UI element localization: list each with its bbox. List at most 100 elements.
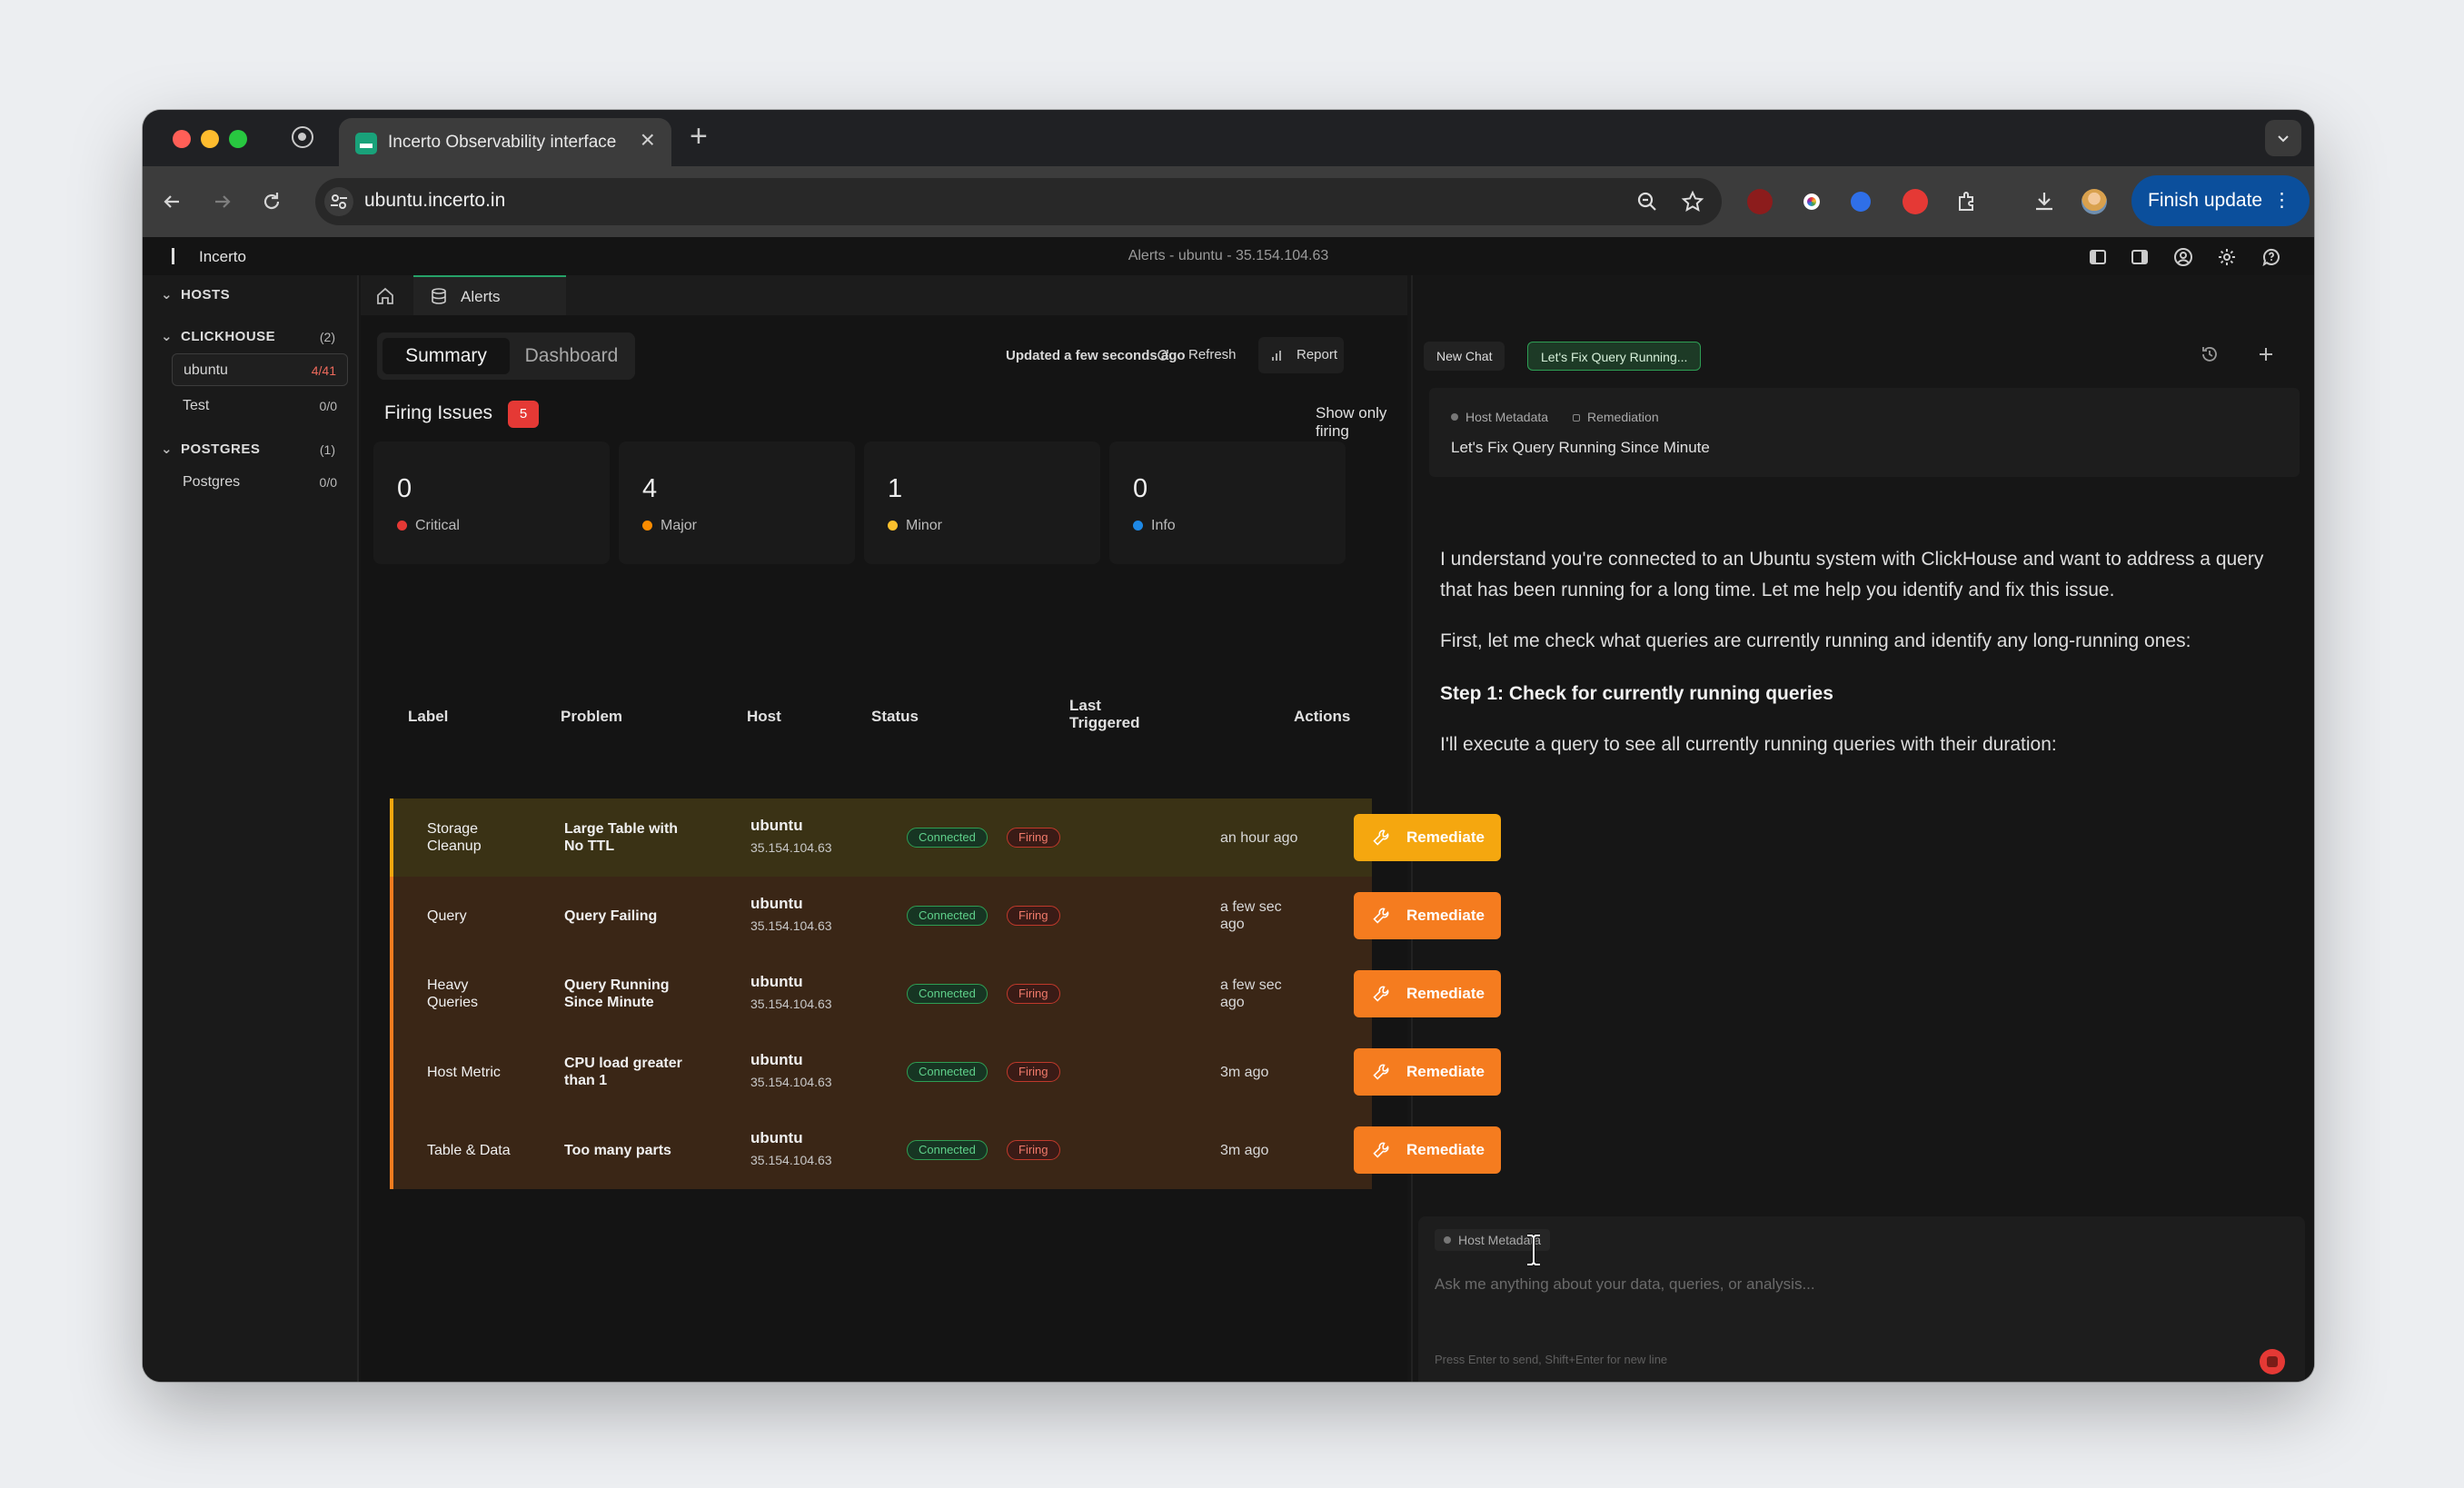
severity-label: Major	[642, 518, 697, 534]
severity-count: 1	[888, 474, 903, 503]
remediate-label: Remediate	[1406, 828, 1485, 846]
sidebar-item-postgres[interactable]: Postgres 0/0	[172, 466, 348, 499]
close-window-button[interactable]	[173, 130, 191, 148]
send-button[interactable]	[2260, 1349, 2285, 1374]
group-postgres[interactable]: ⌄ POSTGRES	[161, 441, 260, 457]
severity-dot-icon	[888, 521, 898, 531]
alert-host: ubuntu	[750, 1129, 803, 1146]
table-row: Host Metric CPU load greater than 1 ubun…	[390, 1033, 1501, 1111]
favicon-icon	[355, 133, 377, 154]
chat-input[interactable]	[1435, 1271, 2071, 1298]
firing-badge: Firing	[1007, 906, 1060, 926]
back-button[interactable]	[155, 185, 188, 218]
zoom-window-button[interactable]	[229, 130, 247, 148]
host-name: ubuntu	[184, 362, 228, 378]
remediate-button[interactable]: Remediate	[1354, 892, 1501, 939]
bookmark-star-icon[interactable]	[1676, 185, 1709, 218]
new-tab-button[interactable]: +	[690, 119, 708, 154]
connected-badge: Connected	[907, 1140, 988, 1160]
url-text: ubuntu.incerto.in	[364, 190, 506, 211]
severity-card-info: 0 Info	[1109, 441, 1346, 564]
alert-label: Storage Cleanup	[427, 821, 482, 854]
tab-close-icon[interactable]: ×	[641, 127, 655, 153]
sidebar-item-test[interactable]: Test 0/0	[172, 390, 348, 422]
active-chat-tab[interactable]: Let's Fix Query Running...	[1527, 342, 1702, 371]
report-button[interactable]: Report	[1258, 337, 1344, 373]
hosts-label: HOSTS	[181, 287, 231, 303]
settings-gear-icon[interactable]	[2216, 246, 2238, 268]
group-clickhouse[interactable]: ⌄ CLICKHOUSE	[161, 328, 275, 344]
wrench-icon	[1373, 986, 1389, 1002]
remediate-label: Remediate	[1406, 907, 1485, 924]
blue-extension-icon[interactable]	[1851, 192, 1871, 212]
history-icon[interactable]	[2196, 341, 2223, 368]
severity-card-critical: 0 Critical	[373, 441, 610, 564]
refresh-button[interactable]: Refresh	[1145, 337, 1245, 373]
browser-window: Incerto Observability interface × + ubun…	[143, 110, 2314, 1382]
severity-count: 0	[397, 474, 412, 503]
record-icon[interactable]	[292, 126, 313, 148]
firing-badge: Firing	[1007, 828, 1060, 848]
remediate-button[interactable]: Remediate	[1354, 1048, 1501, 1096]
kebab-menu-icon[interactable]: ⋮	[2272, 175, 2291, 226]
add-chat-icon[interactable]	[2252, 341, 2280, 368]
zoom-icon[interactable]	[1631, 185, 1664, 218]
new-chat-button[interactable]: New Chat	[1424, 342, 1505, 371]
column-label: Label	[408, 708, 449, 725]
help-chat-icon[interactable]	[2260, 246, 2282, 268]
right-panel-icon[interactable]	[2129, 246, 2151, 268]
minimize-window-button[interactable]	[201, 130, 219, 148]
hosts-section-toggle[interactable]: ⌄ HOSTS	[161, 286, 230, 303]
alert-problem: Query Failing	[564, 908, 658, 924]
group-count: (1)	[319, 442, 335, 457]
ublock-extension-icon[interactable]	[1747, 189, 1773, 214]
group-name: CLICKHOUSE	[181, 329, 276, 344]
alert-problem: Too many parts	[564, 1142, 671, 1158]
reload-button[interactable]	[255, 185, 288, 218]
group-count: (2)	[319, 330, 335, 344]
severity-label: Info	[1133, 518, 1176, 534]
remediate-button[interactable]: Remediate	[1354, 814, 1501, 861]
finish-update-button[interactable]: Finish update ⋮	[2131, 175, 2310, 226]
chevron-down-icon: ⌄	[161, 441, 174, 457]
red-extension-icon[interactable]	[1903, 189, 1928, 214]
chevron-down-icon: ⌄	[161, 329, 174, 344]
last-triggered: a few sec ago	[1220, 977, 1282, 1010]
chevron-down-icon: ⌄	[161, 287, 174, 303]
alert-host-ip: 35.154.104.63	[750, 1075, 832, 1089]
remediate-label: Remediate	[1406, 1063, 1485, 1080]
app-root: Incerto Alerts - ubuntu - 35.154.104.63 …	[143, 237, 2314, 1382]
remediate-button[interactable]: Remediate	[1354, 970, 1501, 1017]
home-tab[interactable]	[361, 275, 413, 315]
address-bar[interactable]: ubuntu.incerto.in	[315, 178, 1722, 225]
chat-panel: New Chat Let's Fix Query Running... Host…	[1411, 275, 2314, 1382]
firing-count-badge: 5	[508, 401, 539, 428]
host-name: Test	[183, 398, 210, 413]
forward-button[interactable]	[206, 185, 239, 218]
connected-badge: Connected	[907, 906, 988, 926]
alert-label: Host Metric	[427, 1064, 501, 1080]
host-count: 0/0	[319, 475, 337, 490]
arrow-right-icon	[215, 195, 231, 208]
extensions-puzzle-icon[interactable]	[1951, 185, 1983, 218]
site-settings-icon[interactable]	[324, 187, 353, 216]
tab-summary[interactable]: Summary	[383, 338, 510, 374]
alert-label: Table & Data	[427, 1142, 511, 1158]
profile-avatar[interactable]	[2081, 189, 2107, 214]
tab-dashboard[interactable]: Dashboard	[513, 338, 630, 374]
left-panel-icon[interactable]	[2087, 246, 2109, 268]
connected-badge: Connected	[907, 828, 988, 848]
browser-tab[interactable]: Incerto Observability interface ×	[339, 118, 671, 166]
group-name: POSTGRES	[181, 441, 261, 457]
view-switch: Summary Dashboard	[377, 332, 635, 380]
severity-card-minor: 1 Minor	[864, 441, 1100, 564]
input-hint: Press Enter to send, Shift+Enter for new…	[1435, 1353, 1668, 1366]
tab-search-button[interactable]	[2265, 120, 2301, 156]
tab-alerts[interactable]: Alerts	[413, 275, 566, 315]
download-icon[interactable]	[2028, 185, 2061, 218]
user-icon[interactable]	[2172, 246, 2194, 268]
sidebar-item-ubuntu[interactable]: ubuntu 4/41	[172, 353, 348, 386]
firing-badge: Firing	[1007, 984, 1060, 1004]
color-extension-icon[interactable]	[1799, 189, 1824, 214]
remediate-button[interactable]: Remediate	[1354, 1126, 1501, 1174]
